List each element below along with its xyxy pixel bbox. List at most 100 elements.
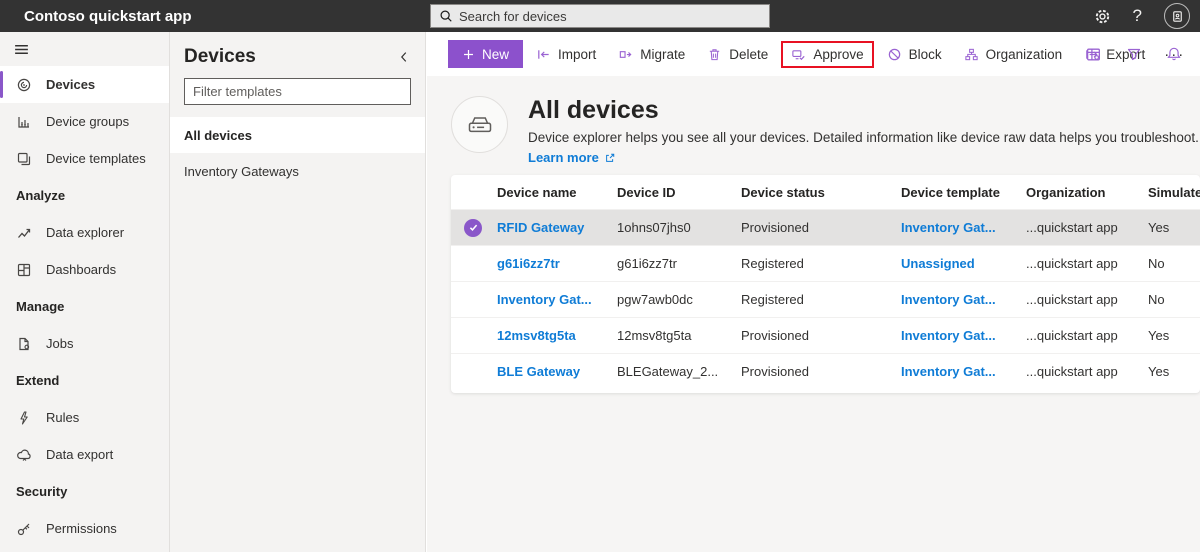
col-simulated[interactable]: Simulated [1148,185,1200,200]
sidebar-item-label: Permissions [46,521,117,536]
main-content: New Import Migrate Delete Approve [427,32,1200,552]
device-id: BLEGateway_2... [617,364,741,379]
device-simulated: Yes [1148,328,1200,343]
device-id: pgw7awb0dc [617,292,741,307]
device-simulated: No [1148,256,1200,271]
learn-more-link[interactable]: Learn more [528,150,616,165]
delete-button[interactable]: Delete [698,42,777,67]
approve-icon [791,47,806,62]
table-row[interactable]: Inventory Gat... pgw7awb0dc Registered I… [451,281,1200,317]
sidebar-item-data-export[interactable]: Data export [0,436,169,473]
sidebar-item-device-groups[interactable]: Device groups [0,103,169,140]
device-status: Provisioned [741,328,901,343]
all-devices-section: All devices Device explorer helps you se… [427,76,1200,552]
table-row[interactable]: g61i6zz7tr g61i6zz7tr Registered Unassig… [451,245,1200,281]
sidebar-section-security: Security [0,473,169,510]
left-navigation: Devices Device groups Device templates A… [0,32,170,552]
sidebar-item-label: Device templates [46,151,146,166]
device-organization: ...quickstart app [1026,256,1148,271]
sidebar-item-label: Devices [46,77,95,92]
sidebar-item-label: Dashboards [46,262,116,277]
app-title: Contoso quickstart app [24,8,192,25]
block-button[interactable]: Block [878,42,951,67]
page-description: Device explorer helps you see all your d… [528,130,1199,145]
device-id: 12msv8tg5ta [617,328,741,343]
filter-icon[interactable] [1126,46,1142,62]
device-name-link[interactable]: RFID Gateway [497,220,584,235]
organization-button[interactable]: Organization [955,42,1072,67]
top-app-bar: Contoso quickstart app ? [0,0,1200,32]
rules-icon [16,410,32,426]
sidebar-item-device-templates[interactable]: Device templates [0,140,169,177]
notifications-bell-icon[interactable] [1166,46,1182,62]
new-button[interactable]: New [448,40,523,68]
migrate-button[interactable]: Migrate [609,42,694,67]
device-status: Provisioned [741,220,901,235]
sidebar-item-label: Device groups [46,114,129,129]
device-organization: ...quickstart app [1026,220,1148,235]
column-options-icon[interactable] [1085,46,1102,63]
device-template-link[interactable]: Inventory Gat... [901,220,996,235]
device-toolbar: New Import Migrate Delete Approve [427,32,1200,76]
col-organization[interactable]: Organization [1026,185,1148,200]
sidebar-item-permissions[interactable]: Permissions [0,510,169,547]
col-device-template[interactable]: Device template [901,185,1026,200]
device-template-link[interactable]: Inventory Gat... [901,364,996,379]
col-device-status[interactable]: Device status [741,185,901,200]
device-name-link[interactable]: BLE Gateway [497,364,580,379]
device-organization: ...quickstart app [1026,328,1148,343]
row-selected-check-icon[interactable] [464,219,482,237]
device-group-all-devices[interactable]: All devices [170,117,425,153]
search-icon [439,9,453,23]
device-simulated: No [1148,292,1200,307]
table-row[interactable]: 12msv8tg5ta 12msv8tg5ta Provisioned Inve… [451,317,1200,353]
permissions-key-icon [16,521,32,537]
sidebar-item-label: Rules [46,410,79,425]
sidebar-item-devices[interactable]: Devices [0,66,169,103]
device-status: Provisioned [741,364,901,379]
device-name-link[interactable]: 12msv8tg5ta [497,328,576,343]
table-row[interactable]: BLE Gateway BLEGateway_2... Provisioned … [451,353,1200,389]
filter-templates-input[interactable] [184,78,411,105]
organization-icon [964,47,979,62]
device-group-inventory-gateways[interactable]: Inventory Gateways [170,153,425,189]
device-organization: ...quickstart app [1026,364,1148,379]
sidebar-item-rules[interactable]: Rules [0,399,169,436]
device-table: Device name Device ID Device status Devi… [451,175,1200,393]
col-device-name[interactable]: Device name [497,185,617,200]
device-groups-icon [16,114,32,130]
device-templates-icon [16,151,32,167]
collapse-panel-icon[interactable] [397,50,411,64]
devices-panel: Devices All devices Inventory Gateways [170,32,426,552]
external-link-icon [604,152,616,164]
settings-gear-icon[interactable] [1094,8,1111,25]
sidebar-item-jobs[interactable]: Jobs [0,325,169,362]
device-template-link[interactable]: Inventory Gat... [901,328,996,343]
page-title: All devices [528,96,1199,125]
device-template-link[interactable]: Inventory Gat... [901,292,996,307]
trash-icon [707,47,722,62]
sidebar-item-data-explorer[interactable]: Data explorer [0,214,169,251]
search-input[interactable] [459,9,761,24]
help-icon[interactable]: ? [1133,6,1142,26]
sidebar-section-analyze: Analyze [0,177,169,214]
col-device-id[interactable]: Device ID [617,185,741,200]
device-status: Registered [741,292,901,307]
device-organization: ...quickstart app [1026,292,1148,307]
table-row[interactable]: RFID Gateway 1ohns07jhs0 Provisioned Inv… [451,209,1200,245]
hamburger-menu-icon[interactable] [0,32,169,66]
device-template-link[interactable]: Unassigned [901,256,975,271]
device-simulated: Yes [1148,220,1200,235]
device-name-link[interactable]: g61i6zz7tr [497,256,560,271]
migrate-icon [618,47,633,62]
sidebar-item-dashboards[interactable]: Dashboards [0,251,169,288]
device-name-link[interactable]: Inventory Gat... [497,292,592,307]
account-avatar-icon[interactable] [1164,3,1190,29]
block-icon [887,47,902,62]
import-button[interactable]: Import [527,42,605,67]
sidebar-item-label: Data explorer [46,225,124,240]
sidebar-section-extend: Extend [0,362,169,399]
panel-title: Devices [184,46,256,68]
device-search[interactable] [430,4,770,28]
approve-button[interactable]: Approve [781,41,873,68]
